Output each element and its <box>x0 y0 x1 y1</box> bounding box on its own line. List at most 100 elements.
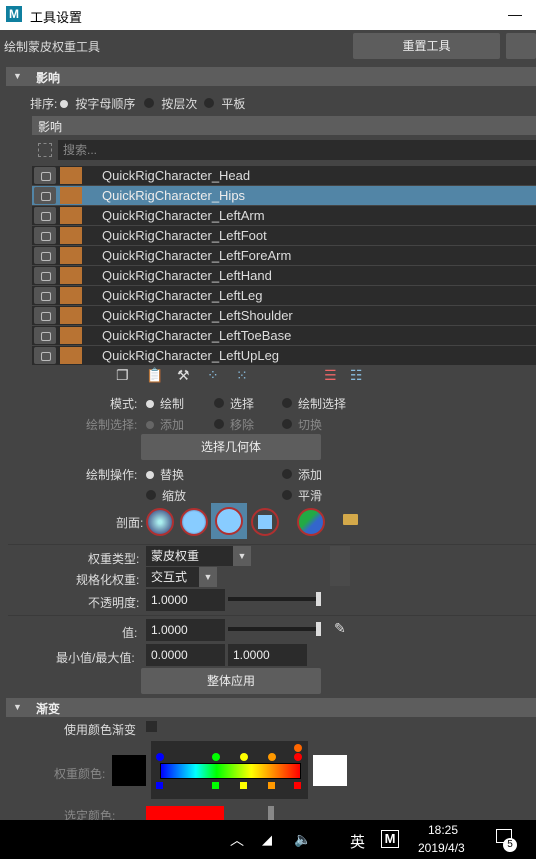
move-weights-icon[interactable]: ⁘ <box>207 367 223 383</box>
maya-tray-icon[interactable]: M <box>381 830 399 848</box>
color-swatch <box>60 267 82 284</box>
mode-select-radio[interactable]: 选择 <box>214 395 254 412</box>
reset-tool-button[interactable]: 重置工具 <box>353 33 500 59</box>
chevron-up-icon[interactable]: ︿ <box>230 830 244 850</box>
profile-custom-button[interactable] <box>297 508 325 536</box>
influence-section-header[interactable]: ▼ 影响 <box>6 67 536 86</box>
scroll-handle[interactable] <box>330 546 350 586</box>
min-color-swatch[interactable] <box>112 755 146 786</box>
lock-icon[interactable] <box>34 267 56 284</box>
lock-icon[interactable] <box>34 287 56 304</box>
paint-select-add-radio[interactable]: 添加 <box>146 416 184 433</box>
weight-hammer-icon[interactable]: ⚒ <box>177 367 193 383</box>
radio-dot-icon <box>144 98 154 108</box>
influence-search-input[interactable]: 搜索... <box>58 140 536 160</box>
use-color-ramp-checkbox[interactable] <box>146 721 157 732</box>
mode-paint-radio[interactable]: 绘制 <box>146 395 184 412</box>
color-ramp-gradient[interactable] <box>160 763 301 779</box>
network-icon[interactable]: ◢ <box>262 832 272 848</box>
paste-weights-icon[interactable]: 📋 <box>146 367 163 383</box>
influence-item-leftupleg[interactable]: QuickRigCharacter_LeftUpLeg <box>32 346 536 366</box>
profile-square-button[interactable] <box>251 508 279 536</box>
ramp-marker-red-2[interactable] <box>294 753 302 761</box>
mode-paint-select-radio[interactable]: 绘制选择 <box>282 395 346 412</box>
opacity-field[interactable]: 1.0000 <box>146 589 225 611</box>
clock-date[interactable]: 2019/4/3 <box>418 841 465 855</box>
minimize-button[interactable]: — <box>508 6 522 22</box>
lock-icon[interactable] <box>34 327 56 344</box>
lock-icon[interactable] <box>34 207 56 224</box>
lock-icon[interactable] <box>34 227 56 244</box>
value-slider-knob[interactable] <box>316 622 321 636</box>
min-field[interactable]: 0.0000 <box>146 644 225 666</box>
influence-item-head[interactable]: QuickRigCharacter_Head <box>32 166 536 186</box>
influence-name: QuickRigCharacter_LeftToeBase <box>102 328 292 343</box>
opacity-slider-knob[interactable] <box>316 592 321 606</box>
influence-name: QuickRigCharacter_LeftFoot <box>102 228 267 243</box>
sort-alpha-radio[interactable]: 按字母顺序 <box>60 95 135 112</box>
ramp-marker-green[interactable] <box>212 753 220 761</box>
sort-flat-radio[interactable]: 平板 <box>204 95 245 112</box>
lock-icon[interactable] <box>34 307 56 324</box>
sort-list-icon[interactable]: ☰ <box>324 367 340 383</box>
color-ramp-editor[interactable] <box>151 741 308 799</box>
ramp-handle-orange[interactable] <box>268 782 275 789</box>
lock-icon[interactable] <box>34 167 56 184</box>
opacity-slider[interactable] <box>228 597 320 601</box>
profile-gaussian-button[interactable] <box>146 508 174 536</box>
ramp-marker-red[interactable] <box>294 744 302 752</box>
influence-item-lefttoebase[interactable]: QuickRigCharacter_LeftToeBase <box>32 326 536 346</box>
influence-item-leftshoulder[interactable]: QuickRigCharacter_LeftShoulder <box>32 306 536 326</box>
max-field[interactable]: 1.0000 <box>228 644 307 666</box>
minmax-label: 最小值/最大值: <box>56 651 135 665</box>
copy-weights-icon[interactable]: ❐ <box>116 367 132 383</box>
lock-icon[interactable] <box>34 247 56 264</box>
paint-op-smooth-radio[interactable]: 平滑 <box>282 487 322 504</box>
select-geometry-button[interactable]: 选择几何体 <box>141 434 321 460</box>
ramp-marker-orange[interactable] <box>268 753 276 761</box>
paint-op-add-radio[interactable]: 添加 <box>282 466 322 483</box>
lock-icon[interactable] <box>34 347 56 364</box>
influence-item-hips[interactable]: QuickRigCharacter_Hips <box>32 186 536 206</box>
sort-hierarchy-radio[interactable]: 按层次 <box>144 95 197 112</box>
radio-dot-icon <box>146 490 156 500</box>
folder-icon[interactable] <box>343 514 358 525</box>
tool-help-button[interactable] <box>506 33 536 59</box>
value-field[interactable]: 1.0000 <box>146 619 225 641</box>
lock-icon[interactable] <box>34 187 56 204</box>
paint-select-remove-radio[interactable]: 移除 <box>214 416 254 433</box>
value-slider[interactable] <box>228 627 320 631</box>
eyedropper-icon[interactable]: ✎ <box>334 620 348 636</box>
ramp-marker-yellow[interactable] <box>240 753 248 761</box>
selected-color-swatch[interactable] <box>146 806 224 820</box>
flood-button[interactable]: 整体应用 <box>141 668 321 694</box>
profile-solid-button-bg[interactable] <box>211 503 247 539</box>
list-view-icon[interactable]: ☷ <box>350 367 366 383</box>
show-influences-icon[interactable]: ⁙ <box>236 367 252 383</box>
ime-indicator[interactable]: 英 <box>350 831 365 852</box>
ramp-handle-blue[interactable] <box>156 782 163 789</box>
gradient-section-header[interactable]: ▼ 渐变 <box>6 698 536 717</box>
volume-icon[interactable]: 🔈 <box>294 831 311 848</box>
influence-item-lefthand[interactable]: QuickRigCharacter_LeftHand <box>32 266 536 286</box>
paint-op-replace-radio[interactable]: 替换 <box>146 466 184 483</box>
ramp-handle-red[interactable] <box>294 782 301 789</box>
max-color-swatch[interactable] <box>313 755 347 786</box>
filter-icon[interactable] <box>38 143 52 157</box>
influence-item-leftfoot[interactable]: QuickRigCharacter_LeftFoot <box>32 226 536 246</box>
influence-item-leftforearm[interactable]: QuickRigCharacter_LeftForeArm <box>32 246 536 266</box>
color-swatch <box>60 247 82 264</box>
normalize-dropdown[interactable]: 交互式 ▼ <box>146 567 217 587</box>
influence-item-leftarm[interactable]: QuickRigCharacter_LeftArm <box>32 206 536 226</box>
profile-soft-button[interactable] <box>180 508 208 536</box>
paint-op-scale-radio[interactable]: 缩放 <box>146 487 186 504</box>
selected-color-slider[interactable] <box>268 806 274 820</box>
ramp-marker-blue[interactable] <box>156 753 164 761</box>
influence-item-leftleg[interactable]: QuickRigCharacter_LeftLeg <box>32 286 536 306</box>
profile-solid-button[interactable] <box>215 507 243 535</box>
ramp-handle-yellow[interactable] <box>240 782 247 789</box>
paint-select-toggle-radio[interactable]: 切换 <box>282 416 322 433</box>
weight-type-dropdown[interactable]: 蒙皮权重 ▼ <box>146 546 251 566</box>
ramp-handle-green[interactable] <box>212 782 219 789</box>
clock-time[interactable]: 18:25 <box>428 823 458 837</box>
